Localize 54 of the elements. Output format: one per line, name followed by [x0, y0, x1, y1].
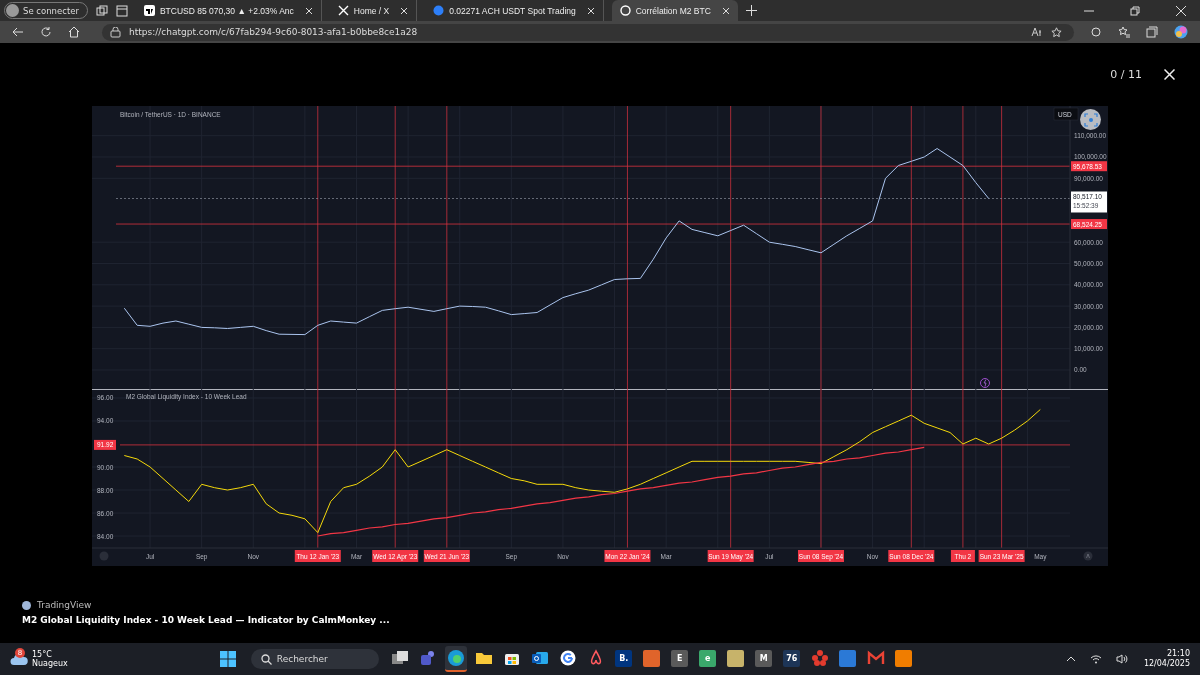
- site-info-icon[interactable]: [110, 26, 121, 38]
- weather-condition: Nuageux: [32, 659, 68, 669]
- app-icon[interactable]: [727, 649, 745, 667]
- image-caption[interactable]: M2 Global Liquidity Index - 10 Week Lead — Indicator by CalmMonkey ...: [22, 615, 1200, 625]
- close-icon[interactable]: [1164, 68, 1175, 80]
- restore-icon[interactable]: [1130, 5, 1140, 16]
- app-icon[interactable]: [839, 649, 857, 667]
- search-field[interactable]: Rechercher: [250, 649, 379, 669]
- read-aloud-icon[interactable]: [1031, 27, 1043, 37]
- app-icon[interactable]: [643, 649, 661, 667]
- close-icon[interactable]: [304, 6, 313, 15]
- tab-title: 0.02271 ACH USDT Spot Trading: [449, 5, 576, 16]
- source-name: TradingView: [37, 600, 92, 610]
- new-tab-icon[interactable]: [745, 5, 757, 16]
- browser-icon[interactable]: [446, 649, 465, 667]
- search-icon: [260, 654, 272, 665]
- close-icon[interactable]: [721, 6, 730, 15]
- app-icon[interactable]: B.: [615, 649, 633, 667]
- scan-button[interactable]: [1080, 109, 1101, 130]
- close-icon[interactable]: [400, 6, 409, 15]
- collections-icon[interactable]: [1146, 26, 1158, 38]
- clock[interactable]: 21:10 12/04/2025: [1143, 649, 1190, 669]
- image-counter: 0 / 11: [1110, 67, 1142, 81]
- tab-title: Home / X: [353, 5, 390, 16]
- app-icon[interactable]: E: [671, 649, 689, 667]
- favorite-star-icon[interactable]: [1051, 26, 1062, 38]
- windows-start-icon[interactable]: [218, 650, 237, 668]
- workspaces-icon[interactable]: [95, 4, 108, 17]
- tab-title: BTCUSD 85 070,30 ▲ +2.03% Anc: [159, 5, 294, 16]
- avatar-icon: [6, 4, 19, 17]
- app-icon[interactable]: [895, 649, 913, 667]
- lightning-icon: [980, 378, 990, 388]
- tab-title: Corrélation M2 BTC: [635, 5, 711, 16]
- close-icon[interactable]: [1176, 5, 1186, 16]
- home-icon[interactable]: [68, 26, 80, 38]
- close-icon[interactable]: [586, 6, 595, 15]
- speaker-icon[interactable]: [1115, 654, 1128, 664]
- wifi-icon[interactable]: [1089, 654, 1102, 664]
- favorites-icon[interactable]: [1118, 26, 1130, 38]
- reload-icon[interactable]: [40, 26, 52, 38]
- flower-icon[interactable]: [810, 649, 829, 667]
- mail-icon[interactable]: [530, 649, 549, 667]
- url-text: https://chatgpt.com/c/67fab294-9c60-8013-afa1-b0bbe8ce1a28: [129, 27, 418, 37]
- app-icon[interactable]: M: [755, 649, 773, 667]
- back-icon[interactable]: [12, 26, 24, 38]
- copilot-icon[interactable]: [1174, 25, 1188, 39]
- tab-actions-icon[interactable]: [115, 4, 128, 17]
- temperature: 15°C: [32, 649, 53, 659]
- chevron-up-icon[interactable]: [1065, 654, 1076, 664]
- address-bar[interactable]: https://chatgpt.com/c/67fab294-9c60-8013-afa1-b0bbe8ce1a28: [102, 23, 1074, 41]
- task-view-icon[interactable]: [390, 649, 409, 667]
- app-icon[interactable]: 76: [783, 649, 801, 667]
- browser-tab[interactable]: Corrélation M2 BTC: [611, 0, 738, 21]
- x-logo-icon: [337, 5, 349, 16]
